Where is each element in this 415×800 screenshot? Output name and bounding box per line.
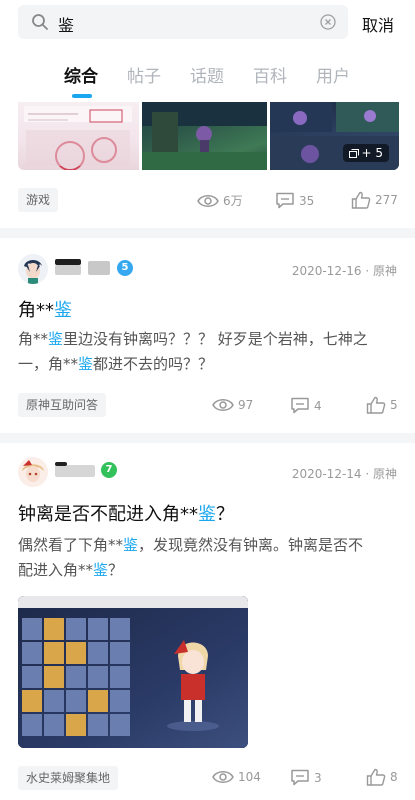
level-badge: 5: [117, 260, 133, 276]
view-count: 104: [212, 769, 261, 785]
tab-bar: 综合 帖子 话题 百科 用户: [0, 46, 415, 102]
clear-icon[interactable]: [320, 14, 336, 30]
thumb-up-icon: [366, 396, 386, 414]
forum-tag[interactable]: 水史莱姆聚集地: [18, 766, 119, 790]
eye-icon: [212, 399, 234, 411]
post-title[interactable]: 角**鉴: [18, 296, 72, 322]
tab-all[interactable]: 综合: [64, 62, 98, 87]
username-redacted: [55, 462, 67, 466]
tab-topics[interactable]: 话题: [190, 62, 224, 87]
post-excerpt[interactable]: 偶然看了下角**鉴，发现竟然没有钟离。钟离是否不 配进入角**鉴？: [18, 533, 398, 583]
post-image[interactable]: [18, 596, 248, 748]
like-count[interactable]: 277: [351, 191, 398, 209]
eye-icon: [212, 771, 234, 783]
search-input[interactable]: 鉴: [18, 5, 348, 39]
thumb-up-icon: [366, 768, 386, 786]
avatar[interactable]: [18, 457, 48, 487]
post-excerpt[interactable]: 角**鉴里边没有钟离吗？？？ 好歹是个岩神，七神之 一，角**鉴都进不去的吗？？: [18, 327, 398, 377]
post-meta: 2020-12-16 · 原神: [291, 264, 397, 278]
card-divider: [0, 433, 415, 443]
comment-icon: [291, 769, 309, 786]
like-count-value: 277: [375, 193, 398, 207]
more-images-badge: + 5: [343, 144, 389, 162]
view-count: 6万: [197, 192, 243, 209]
thumb-up-icon: [351, 191, 371, 209]
username-redacted: [88, 261, 110, 275]
comment-icon: [291, 397, 309, 414]
view-count-value: 6万: [223, 194, 243, 208]
image-stack-icon: [349, 149, 360, 158]
search-header: 鉴 取消: [0, 0, 415, 46]
post-thumbnail[interactable]: + 5: [270, 102, 399, 170]
forum-tag[interactable]: 原神互助问答: [18, 393, 107, 417]
card-divider: [0, 228, 415, 238]
view-count-value: 104: [238, 770, 261, 784]
comment-count-value: 4: [314, 398, 322, 413]
post-thumbnail[interactable]: [142, 102, 267, 170]
level-badge: 7: [101, 462, 117, 478]
comment-count-value: 35: [299, 193, 315, 208]
avatar[interactable]: [18, 254, 48, 284]
post-meta: 2020-12-14 · 原神: [291, 467, 397, 481]
search-query: 鉴: [58, 16, 75, 35]
like-count-value: 5: [390, 398, 398, 412]
post-thumbnail[interactable]: [18, 102, 139, 170]
tab-wiki[interactable]: 百科: [253, 62, 287, 87]
post-image-grid[interactable]: + 5: [18, 102, 399, 170]
comment-count-value: 3: [314, 770, 322, 785]
like-count[interactable]: 5: [366, 396, 398, 414]
eye-icon: [197, 194, 219, 207]
comment-count[interactable]: 35: [275, 192, 314, 209]
search-icon: [32, 14, 48, 30]
post-title[interactable]: 钟离是否不配进入角**鉴？: [18, 500, 234, 526]
username-redacted: [55, 265, 81, 275]
active-tab-indicator: [72, 94, 92, 98]
like-count-value: 8: [390, 770, 398, 784]
comment-icon: [276, 192, 294, 209]
comment-count[interactable]: 3: [290, 769, 322, 786]
more-images-count: + 5: [361, 146, 383, 160]
view-count: 97: [212, 397, 253, 413]
tab-users[interactable]: 用户: [316, 62, 350, 87]
forum-tag[interactable]: 游戏: [18, 188, 59, 212]
cancel-button[interactable]: 取消: [362, 12, 394, 36]
username-redacted: [55, 465, 95, 477]
tab-posts[interactable]: 帖子: [127, 62, 161, 87]
comment-count[interactable]: 4: [290, 397, 322, 414]
like-count[interactable]: 8: [366, 768, 398, 786]
view-count-value: 97: [238, 398, 254, 412]
